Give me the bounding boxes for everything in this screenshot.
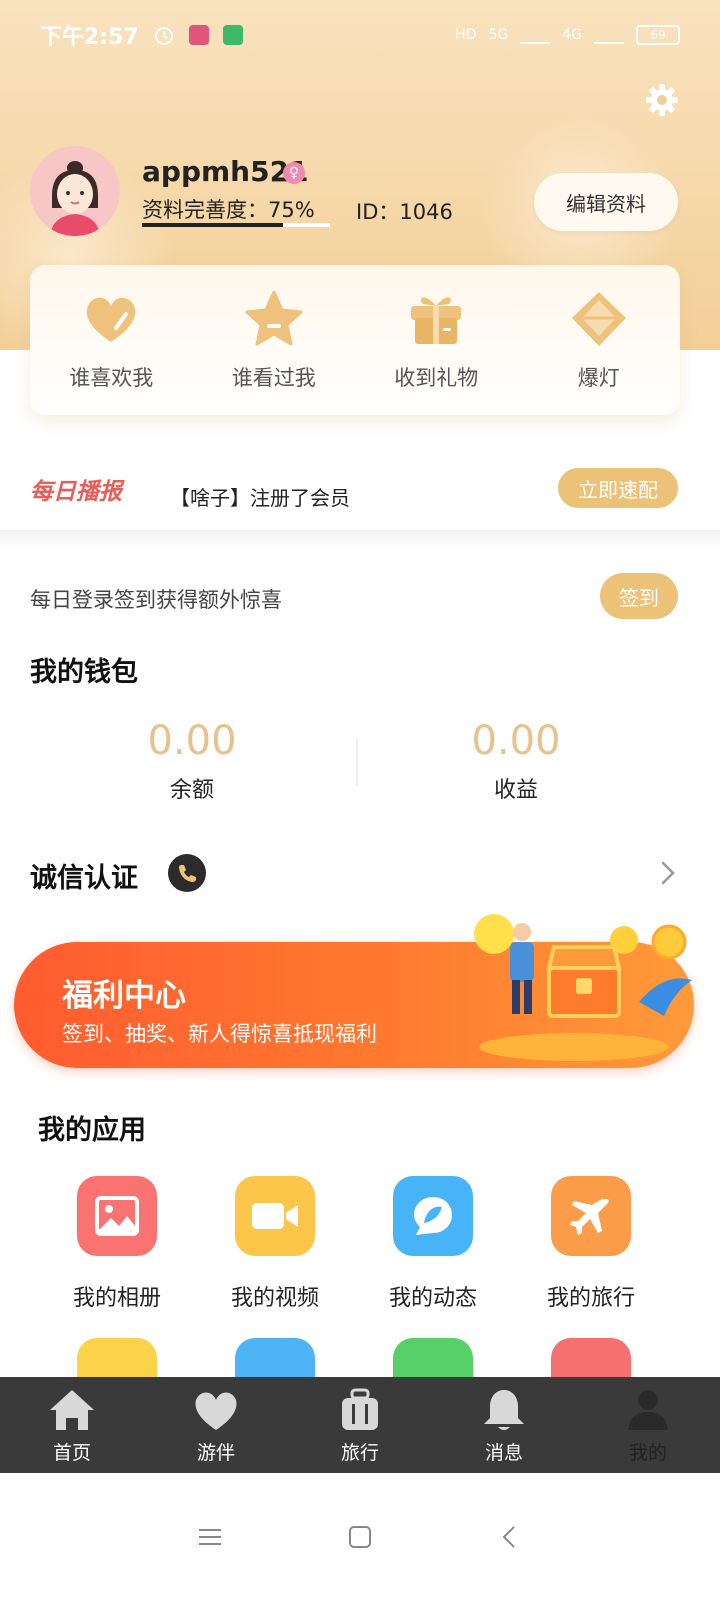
quick-match-button[interactable]: 立即速配 — [558, 468, 678, 508]
welfare-title: 福利中心 — [62, 978, 186, 1014]
signal-4g-icon: 4G — [562, 27, 582, 43]
app-my-moments[interactable]: 我的动态 — [354, 1176, 512, 1312]
avatar-illustration — [30, 146, 120, 236]
menu-icon[interactable] — [195, 1522, 225, 1552]
wallet-title: 我的钱包 — [30, 657, 138, 688]
certification-title[interactable]: 诚信认证 — [30, 856, 138, 895]
hd-icon: HD — [455, 27, 477, 43]
nav-home[interactable]: 首页 — [12, 1386, 132, 1465]
edit-profile-button[interactable]: 编辑资料 — [534, 173, 678, 231]
spotlight[interactable]: 爆灯 — [524, 288, 674, 392]
app-my-travel[interactable]: 我的旅行 — [512, 1176, 670, 1312]
system-navigation-bar — [0, 1473, 720, 1600]
nav-messages[interactable]: 消息 — [444, 1386, 564, 1465]
income-value: 0.00 — [471, 718, 561, 764]
gear-icon[interactable] — [644, 82, 680, 118]
nav-travel[interactable]: 旅行 — [300, 1386, 420, 1465]
signin-button[interactable]: 签到 — [600, 573, 678, 619]
app-my-video[interactable]: 我的视频 — [196, 1176, 354, 1312]
profile-page: 下午2:57 HD 5G 4G 69 appmh521 ♀ 资料完善度：75% … — [0, 0, 720, 1600]
gift-icon — [411, 297, 462, 344]
app-notification-icon — [222, 25, 243, 45]
luggage-icon — [342, 1388, 378, 1430]
tiktok-icon — [188, 25, 209, 45]
signal-5g-icon: 5G — [488, 27, 509, 43]
divider — [0, 530, 720, 550]
daily-broadcast: 每日播报 【啥子】注册了会员 立即速配 — [0, 450, 720, 530]
signal-bars-icon — [594, 26, 624, 44]
bottom-navigation: 首页 游伴 旅行 消息 我的 — [0, 1377, 720, 1473]
who-likes-me[interactable]: 谁喜欢我 — [36, 288, 186, 392]
home-icon — [50, 1389, 94, 1430]
avatar[interactable] — [30, 146, 120, 236]
heart-icon — [87, 297, 136, 342]
person-icon — [628, 1389, 668, 1430]
wallet-balance[interactable]: 0.00 余额 — [92, 718, 292, 804]
clock: 下午2:57 — [40, 25, 139, 50]
completion-progress-fill — [142, 223, 283, 227]
nav-me[interactable]: 我的 — [588, 1386, 708, 1465]
my-apps-title: 我的应用 — [38, 1115, 146, 1146]
income-label: 收益 — [493, 778, 538, 803]
diamond-icon — [571, 292, 626, 346]
chevron-right-icon[interactable] — [656, 860, 680, 886]
user-id: ID：1046 — [356, 200, 453, 224]
alarm-icon — [154, 27, 173, 45]
photo-icon — [77, 1176, 157, 1256]
signin-prompt: 每日登录签到获得额外惊喜 — [30, 588, 282, 612]
battery-icon: 69 — [636, 25, 680, 45]
wallet-income[interactable]: 0.00 收益 — [416, 718, 616, 804]
star-icon — [245, 290, 303, 346]
completion-progress-bar — [142, 223, 330, 227]
female-icon: ♀ — [283, 162, 305, 184]
nav-companion[interactable]: 游伴 — [156, 1386, 276, 1465]
welfare-subtitle: 签到、抽奖、新人得惊喜抵现福利 — [62, 1022, 377, 1046]
bell-icon — [484, 1389, 524, 1430]
plane-icon — [551, 1176, 631, 1256]
back-icon[interactable] — [495, 1522, 525, 1552]
profile-completion: 资料完善度：75% — [142, 198, 315, 222]
received-gifts[interactable]: 收到礼物 — [361, 288, 511, 392]
wallet-divider — [356, 738, 358, 786]
app-my-album[interactable]: 我的相册 — [38, 1176, 196, 1312]
video-icon — [235, 1176, 315, 1256]
balance-label: 余额 — [169, 778, 214, 803]
treasure-chest-illustration — [474, 914, 692, 1061]
moment-icon — [393, 1176, 473, 1256]
phone-icon — [168, 854, 206, 892]
broadcast-title: 每日播报 — [30, 479, 122, 505]
status-bar: 下午2:57 HD 5G 4G 69 — [0, 0, 720, 70]
home-button-icon[interactable] — [345, 1522, 375, 1552]
quick-actions-card: 谁喜欢我 谁看过我 收到礼物 爆灯 — [30, 265, 680, 415]
signal-bars-icon — [520, 26, 551, 44]
balance-value: 0.00 — [147, 718, 237, 764]
who-viewed-me[interactable]: 谁看过我 — [199, 288, 349, 392]
heart-icon — [195, 1392, 237, 1430]
welfare-center-banner[interactable]: 福利中心 签到、抽奖、新人得惊喜抵现福利 — [14, 914, 694, 1068]
broadcast-text: 【啥子】注册了会员 — [170, 486, 350, 510]
